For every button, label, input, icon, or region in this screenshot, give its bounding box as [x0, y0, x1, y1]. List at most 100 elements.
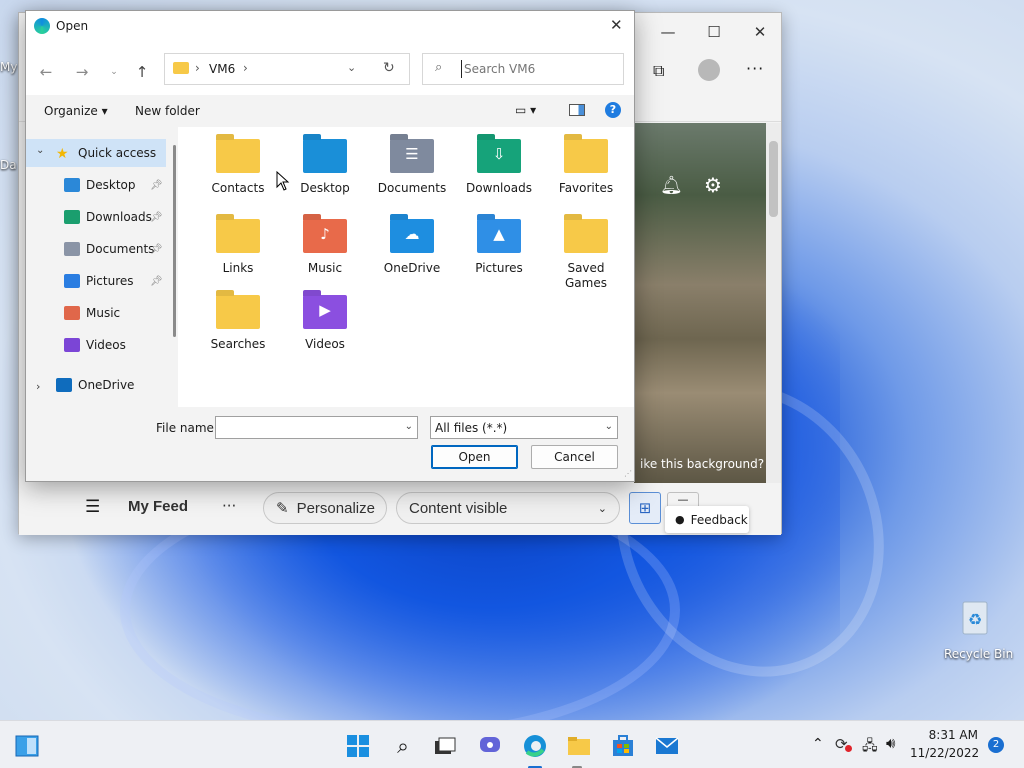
command-bar: Organize ▾ New folder ▭ ▾ ?: [26, 95, 634, 127]
maximize-button[interactable]: ☐: [691, 13, 737, 51]
clock-date[interactable]: 11/22/2022: [910, 746, 979, 760]
grid-view-icon[interactable]: ⊞: [629, 492, 661, 524]
folder-label: Downloads: [466, 181, 532, 195]
scrollbar-thumb[interactable]: [769, 141, 778, 217]
feedback-button[interactable]: ● Feedback: [665, 506, 749, 533]
organize-button[interactable]: Organize ▾: [44, 104, 108, 118]
folder-item[interactable]: ⇩ Downloads: [455, 139, 543, 209]
volume-icon[interactable]: 🔊︎: [886, 734, 895, 752]
sidebar-item-videos[interactable]: Videos: [26, 331, 166, 359]
breadcrumb-separator: ›: [195, 61, 200, 75]
folder-item[interactable]: ☁ OneDrive: [368, 219, 456, 289]
recent-locations-icon[interactable]: ⌄: [102, 60, 126, 84]
preview-pane-icon[interactable]: [569, 104, 585, 116]
chevron-down-icon[interactable]: ⌄: [347, 61, 356, 74]
feed-title[interactable]: My Feed: [128, 498, 188, 515]
search-box[interactable]: ⌕: [422, 53, 624, 85]
notification-badge[interactable]: 2: [988, 737, 1004, 753]
alert-badge: [845, 745, 852, 752]
file-name-input[interactable]: ⌄: [215, 416, 418, 439]
new-folder-button[interactable]: New folder: [135, 104, 200, 118]
folder-item[interactable]: ♪ Music: [281, 219, 369, 289]
folder-label: Links: [222, 261, 254, 275]
menu-icon[interactable]: ☰: [85, 497, 100, 517]
downloads-folder-icon: ⇩: [477, 139, 521, 173]
up-arrow-icon[interactable]: ↑: [130, 60, 154, 84]
desktop-icon-label[interactable]: My: [0, 60, 17, 74]
cancel-button[interactable]: Cancel: [531, 445, 618, 469]
show-hidden-icons-icon[interactable]: ⌃: [812, 736, 824, 752]
personalize-button[interactable]: ✎ Personalize: [263, 492, 387, 524]
open-button[interactable]: Open: [431, 445, 518, 469]
breadcrumb-item[interactable]: VM6: [209, 62, 235, 76]
chat-icon[interactable]: [478, 734, 502, 758]
back-arrow-icon[interactable]: ←: [34, 60, 58, 84]
network-icon[interactable]: 🖧: [862, 735, 878, 759]
collections-icon[interactable]: ⧉: [653, 61, 664, 81]
folder-icon: [173, 62, 189, 74]
contacts-folder-icon: [216, 139, 260, 173]
scrollbar[interactable]: ▼: [766, 123, 781, 533]
sidebar-item-label: Quick access: [78, 146, 157, 160]
file-type-value: All files (*.*): [435, 420, 508, 435]
resize-grip-icon[interactable]: ⋰: [624, 469, 632, 478]
file-name-label: File name:: [156, 421, 218, 435]
change-view-icon[interactable]: ▭ ▾: [515, 103, 536, 117]
desktop-icon-label[interactable]: Da: [0, 158, 17, 172]
sidebar-item-pictures[interactable]: Pictures 📌︎: [26, 267, 166, 295]
folder-item[interactable]: ☰ Documents: [368, 139, 456, 209]
sidebar-item-onedrive[interactable]: OneDrive: [26, 371, 166, 399]
list-view-icon[interactable]: —: [667, 492, 699, 506]
folder-label: Videos: [305, 337, 345, 351]
bell-icon[interactable]: 🔔︎: [660, 175, 683, 196]
sidebar-item-downloads[interactable]: Downloads 📌︎: [26, 203, 166, 231]
gear-icon[interactable]: ⚙: [704, 173, 722, 197]
minimize-button[interactable]: —: [645, 13, 691, 51]
navigation-pane: ⌄ › ★ Quick access Desktop 📌︎ Downloads 📌︎ Doc…: [26, 127, 178, 407]
widgets-icon[interactable]: [15, 734, 39, 758]
folder-item[interactable]: Saved Games: [542, 219, 630, 290]
folder-glyph: ▶: [319, 301, 331, 319]
folder-item[interactable]: ▶ Videos: [281, 295, 369, 365]
sidebar-item-desktop[interactable]: Desktop 📌︎: [26, 171, 166, 199]
content-visible-dropdown[interactable]: Content visible ⌄: [396, 492, 620, 524]
music-folder-icon: ♪: [303, 219, 347, 253]
recycle-bin-icon[interactable]: ♻: [952, 598, 998, 638]
folder-item[interactable]: ▲ Pictures: [455, 219, 543, 289]
sidebar-item-documents[interactable]: Documents 📌︎: [26, 235, 166, 263]
file-explorer-icon[interactable]: [567, 734, 591, 758]
store-icon[interactable]: [611, 734, 635, 758]
folder-item[interactable]: Desktop: [281, 139, 369, 209]
search-input[interactable]: [461, 60, 611, 78]
start-icon[interactable]: [346, 734, 370, 758]
help-icon[interactable]: ?: [605, 102, 621, 118]
clock-time[interactable]: 8:31 AM: [910, 728, 978, 742]
sidebar-item-quick-access[interactable]: ★ Quick access: [26, 139, 166, 167]
settings-more-icon[interactable]: ···: [746, 59, 764, 78]
task-view-icon[interactable]: [433, 734, 457, 758]
refresh-icon[interactable]: ↻: [383, 60, 395, 76]
more-options-icon[interactable]: ···: [222, 497, 236, 515]
close-button[interactable]: ✕: [737, 13, 783, 51]
sidebar-item-music[interactable]: Music: [26, 299, 166, 327]
folder-item[interactable]: Favorites: [542, 139, 630, 209]
folder-item[interactable]: Contacts: [194, 139, 282, 209]
folder-item[interactable]: Links: [194, 219, 282, 289]
breadcrumb-separator[interactable]: ›: [243, 61, 248, 75]
mail-icon[interactable]: [655, 734, 679, 758]
folder-item[interactable]: Searches: [194, 295, 282, 365]
search-icon[interactable]: ⌕: [391, 734, 415, 758]
edge-icon[interactable]: [523, 734, 547, 758]
pin-icon: 📌︎: [150, 275, 163, 287]
folder-glyph: ☁: [404, 225, 420, 243]
address-bar[interactable]: › VM6 › ⌄ ↻: [164, 53, 410, 85]
file-type-select[interactable]: All files (*.*) ⌄: [430, 416, 618, 439]
close-icon[interactable]: ✕: [610, 16, 623, 34]
profile-avatar[interactable]: [698, 59, 720, 81]
pictures-folder-icon: ▲: [477, 219, 521, 253]
chevron-down-icon[interactable]: ⌄: [405, 421, 413, 432]
background-caption[interactable]: ike this background?: [640, 457, 764, 471]
forward-arrow-icon[interactable]: →: [70, 60, 94, 84]
personalize-label: Personalize: [296, 499, 375, 517]
navigation-scrollbar[interactable]: [173, 145, 176, 337]
